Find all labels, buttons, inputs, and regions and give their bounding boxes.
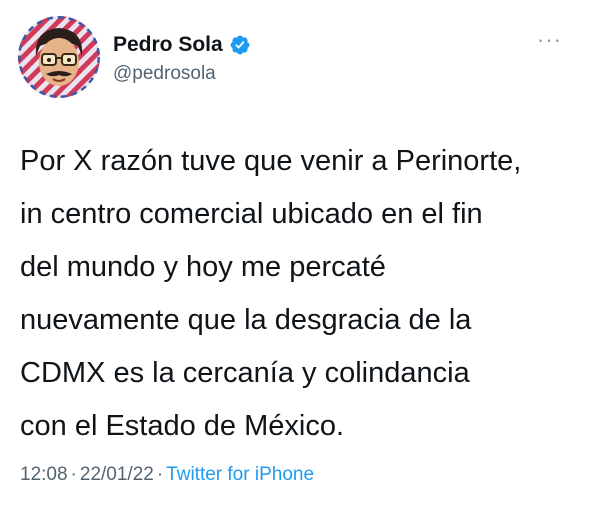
tweet-text: Por X razón tuve que venir a Perinorte, … (20, 145, 522, 442)
author-name[interactable]: Pedro Sola (113, 32, 223, 58)
tweet-meta: 12:08 · 22/01/22 · Twitter for iPhone (20, 463, 314, 487)
tweet-card: Pedro Sola @pedrosola ··· Por X razón tu… (0, 0, 596, 506)
more-options-icon[interactable]: ··· (537, 29, 562, 51)
tweet-date[interactable]: 22/01/22 (80, 464, 154, 485)
cartoon-face-icon (18, 16, 100, 98)
avatar[interactable] (18, 16, 100, 98)
tweet-source-link[interactable]: Twitter for iPhone (166, 464, 314, 485)
tweet-time[interactable]: 12:08 (20, 464, 68, 485)
meta-separator: · (156, 464, 164, 485)
meta-separator: · (70, 464, 77, 485)
author-name-row[interactable]: Pedro Sola (113, 32, 251, 58)
verified-badge-icon (229, 34, 251, 56)
author-handle[interactable]: @pedrosola (113, 62, 216, 86)
